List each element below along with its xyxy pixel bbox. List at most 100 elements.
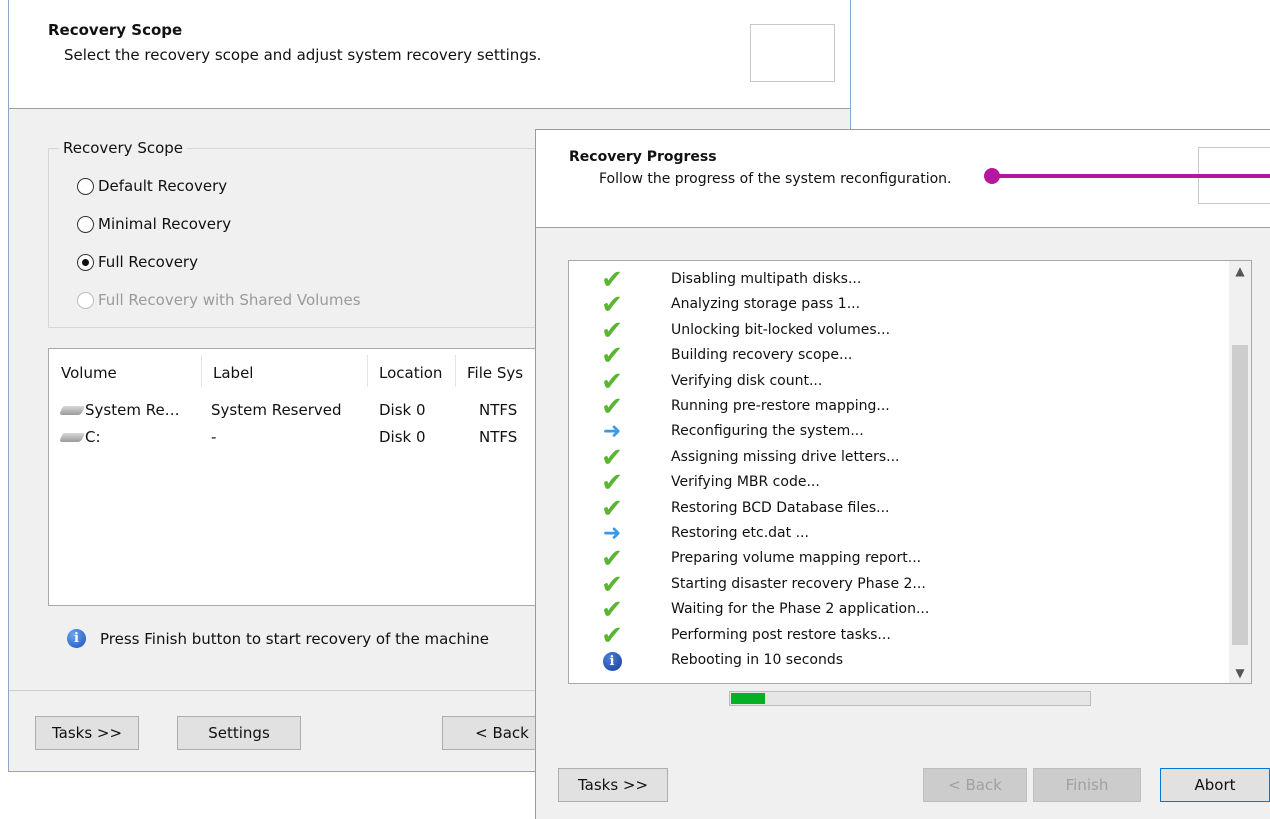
finish-hint: i Press Finish button to start recovery … xyxy=(67,629,489,648)
radio-minimal-recovery[interactable]: Minimal Recovery xyxy=(77,215,231,233)
progress-step-text: Building recovery scope... xyxy=(671,347,853,364)
progress-title: Recovery Progress xyxy=(569,149,717,165)
progress-step-row: ✔ Building recovery scope... xyxy=(569,341,1229,372)
progress-step-row: ➜ Reconfiguring the system... xyxy=(569,419,1229,444)
progress-step-row: ✔ Analyzing storage pass 1... xyxy=(569,290,1229,321)
radio-label: Full Recovery with Shared Volumes xyxy=(98,291,361,309)
column-location[interactable]: Location xyxy=(367,349,442,391)
arrow-icon: ➜ xyxy=(602,521,622,546)
fs-cell: NTFS xyxy=(479,401,518,419)
radio-default-recovery[interactable]: Default Recovery xyxy=(77,177,227,195)
progress-step-row: ➜ Restoring etc.dat ... xyxy=(569,521,1229,546)
progress-step-text: Preparing volume mapping report... xyxy=(671,550,922,567)
check-icon: ✔ xyxy=(601,468,623,499)
abort-button[interactable]: Abort xyxy=(1160,768,1270,802)
location-cell: Disk 0 xyxy=(379,401,426,419)
check-icon: ✔ xyxy=(601,315,623,346)
progress-step-row: ✔ Disabling multipath disks... xyxy=(569,265,1229,295)
location-cell: Disk 0 xyxy=(379,428,426,446)
arrow-icon: ➜ xyxy=(602,419,622,445)
progress-step-row: ✔ Unlocking bit-locked volumes... xyxy=(569,315,1229,346)
tasks-button[interactable]: Tasks >> xyxy=(558,768,668,802)
progress-step-row: ✔ Verifying MBR code... xyxy=(569,468,1229,499)
progress-step-text: Performing post restore tasks... xyxy=(671,626,891,643)
radio-full-recovery[interactable]: Full Recovery xyxy=(77,253,198,271)
scroll-thumb[interactable] xyxy=(1232,345,1248,645)
disk-icon xyxy=(58,406,86,415)
progress-step-text: Assigning missing drive letters... xyxy=(671,448,900,465)
progress-step-row: ✔ Running pre-restore mapping... xyxy=(569,392,1229,422)
progress-step-row: ✔ Starting disaster recovery Phase 2... xyxy=(569,569,1229,600)
progress-step-text: Unlocking bit-locked volumes... xyxy=(671,321,891,338)
column-label[interactable]: Label xyxy=(201,349,253,391)
progress-step-row: ✔ Preparing volume mapping report... xyxy=(569,544,1229,575)
progress-step-row: ✔ Restoring BCD Database files... xyxy=(569,493,1229,524)
check-icon: ✔ xyxy=(601,569,623,600)
progress-step-row: ✔ Performing post restore tasks... xyxy=(569,620,1229,651)
check-icon: ✔ xyxy=(601,442,623,473)
progress-step-text: Waiting for the Phase 2 application... xyxy=(671,601,930,618)
scope-title: Recovery Scope xyxy=(48,21,183,39)
recovery-progress-window: Recovery Progress Follow the progress of… xyxy=(535,129,1270,819)
check-icon: ✔ xyxy=(601,290,623,321)
volume-cell: System Re… xyxy=(58,399,180,421)
radio-full-recovery-shared: Full Recovery with Shared Volumes xyxy=(77,291,361,309)
progress-bar-fill xyxy=(731,693,765,704)
progress-step-text: Disabling multipath disks... xyxy=(671,271,862,287)
progress-step-text: Restoring etc.dat ... xyxy=(671,525,809,541)
radio-label: Default Recovery xyxy=(98,177,228,195)
column-volume[interactable]: Volume xyxy=(49,349,117,391)
progress-step-text: Starting disaster recovery Phase 2... xyxy=(671,575,926,592)
progress-step-text: Verifying MBR code... xyxy=(671,474,820,491)
check-icon: ✔ xyxy=(601,595,623,626)
recovery-progress-bar xyxy=(729,691,1091,706)
progress-step-text: Rebooting in 10 seconds xyxy=(671,652,844,668)
label-cell: System Reserved xyxy=(211,401,342,419)
check-icon: ✔ xyxy=(601,265,623,295)
check-icon: ✔ xyxy=(601,341,623,372)
volume-cell: C: xyxy=(58,426,101,448)
radio-button-selected[interactable] xyxy=(77,253,94,271)
radio-button-disabled xyxy=(77,291,94,309)
info-icon: i xyxy=(597,649,627,673)
progress-step-row: ✔ Waiting for the Phase 2 application... xyxy=(569,595,1229,626)
scroll-up-icon[interactable]: ▲ xyxy=(1229,261,1251,281)
scope-subtitle: Select the recovery scope and adjust sys… xyxy=(64,46,542,64)
callout-line xyxy=(998,174,1270,178)
radio-button[interactable] xyxy=(77,215,94,233)
progress-step-row: ✔ Verifying disk count... xyxy=(569,366,1229,397)
progress-step-text: Running pre-restore mapping... xyxy=(671,398,890,414)
scope-header: Recovery Scope Select the recovery scope… xyxy=(9,0,850,109)
check-icon: ✔ xyxy=(601,493,623,524)
progress-subtitle: Follow the progress of the system reconf… xyxy=(599,171,952,187)
check-icon: ✔ xyxy=(601,392,623,422)
progress-step-row: i Rebooting in 10 seconds xyxy=(569,648,1229,673)
label-cell: - xyxy=(211,428,217,446)
scroll-down-icon[interactable]: ▼ xyxy=(1229,663,1251,683)
progress-step-text: Restoring BCD Database files... xyxy=(671,499,890,516)
tasks-button[interactable]: Tasks >> xyxy=(35,716,139,750)
radio-label: Minimal Recovery xyxy=(98,215,232,233)
volume-name: System Re… xyxy=(85,401,180,419)
back-button-disabled: < Back xyxy=(923,768,1027,802)
finish-button-disabled: Finish xyxy=(1033,768,1141,802)
info-icon: i xyxy=(67,629,86,648)
check-icon: ✔ xyxy=(601,544,623,575)
check-icon: ✔ xyxy=(601,620,623,651)
progress-step-text: Reconfiguring the system... xyxy=(671,423,864,440)
scope-logo-placeholder xyxy=(750,24,835,82)
radio-button[interactable] xyxy=(77,177,94,195)
progress-header: Recovery Progress Follow the progress of… xyxy=(536,130,1270,228)
vertical-scrollbar[interactable]: ▲ ▼ xyxy=(1229,261,1251,683)
progress-step-text: Verifying disk count... xyxy=(671,372,823,389)
progress-step-list[interactable]: ✔ Disabling multipath disks... ✔ Analyzing … xyxy=(568,260,1252,684)
disk-icon xyxy=(58,433,86,442)
settings-button[interactable]: Settings xyxy=(177,716,301,750)
fs-cell: NTFS xyxy=(479,428,518,446)
progress-step-row: ✔ Assigning missing drive letters... xyxy=(569,442,1229,473)
check-icon: ✔ xyxy=(601,366,623,397)
volume-name: C: xyxy=(85,428,101,446)
column-file-system[interactable]: File Sys xyxy=(455,349,523,391)
group-label: Recovery Scope xyxy=(59,139,188,157)
radio-label: Full Recovery xyxy=(98,253,198,271)
